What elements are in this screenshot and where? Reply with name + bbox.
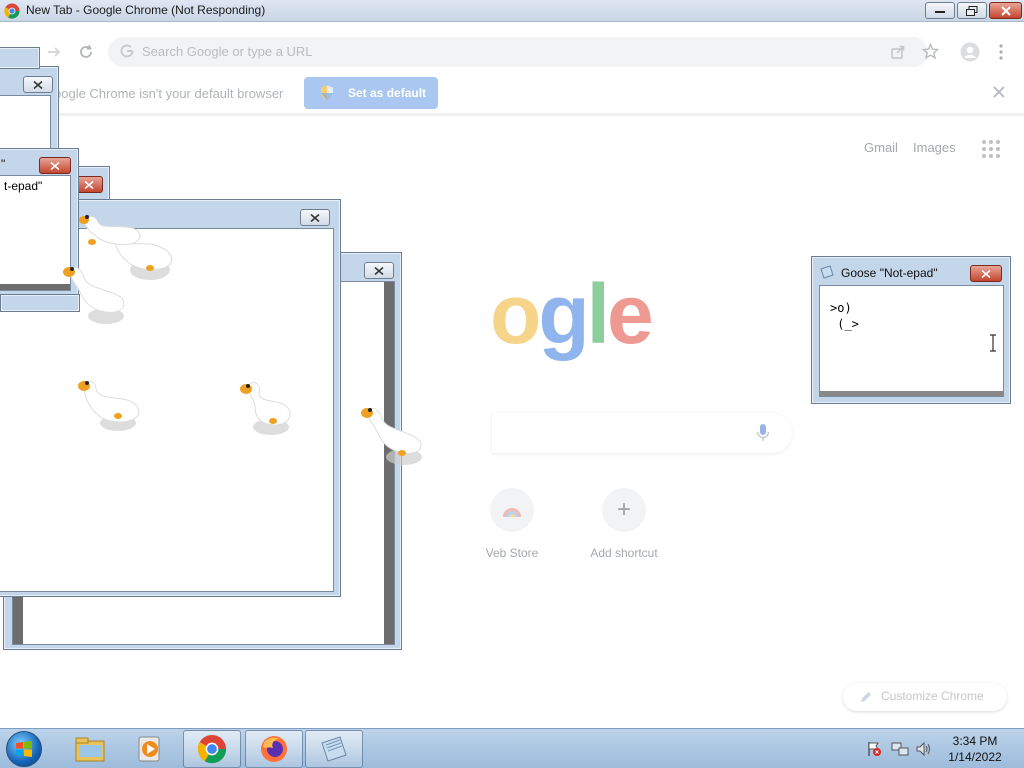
logo-letter: e (606, 267, 654, 361)
notepad-text-area[interactable]: >o) (_> (819, 285, 1004, 397)
ntp-search-box[interactable] (492, 413, 792, 453)
forward-icon[interactable] (46, 44, 62, 60)
reload-icon[interactable] (78, 44, 94, 60)
window-close-button[interactable] (364, 262, 394, 279)
bookmark-star-icon[interactable] (922, 43, 939, 60)
goose-notepad-window[interactable] (0, 47, 40, 69)
google-apps-icon[interactable] (982, 140, 1000, 158)
scrollbar[interactable] (820, 391, 1003, 396)
action-center-flag-icon[interactable] (866, 741, 882, 757)
customize-chrome-button[interactable]: Customize Chrome (843, 683, 1007, 711)
address-bar[interactable]: Search Google or type a URL (108, 37, 928, 67)
system-clock[interactable]: 3:34 PM 1/14/2022 (940, 733, 1010, 765)
window-close-button[interactable] (39, 157, 71, 174)
shortcut-label: Veb Store (485, 546, 539, 560)
goose-sprite[interactable] (74, 375, 144, 433)
window-title: Goose "Not-epad" (841, 266, 938, 280)
taskbar: 3:34 PM 1/14/2022 (0, 728, 1024, 768)
restore-button[interactable] (957, 2, 987, 19)
uac-shield-icon (321, 85, 333, 101)
infobar-message: oogle Chrome isn't your default browser (54, 86, 284, 101)
window-close-button[interactable] (970, 265, 1002, 282)
shortcut-label: Add shortcut (590, 546, 658, 560)
goose-sprite[interactable] (76, 210, 146, 254)
web-store-icon (490, 488, 534, 532)
chrome-title-bar: New Tab - Google Chrome (Not Responding) (0, 0, 1024, 22)
default-browser-infobar: oogle Chrome isn't your default browser … (0, 72, 1024, 116)
chrome-icon (4, 3, 20, 19)
volume-icon[interactable] (915, 741, 933, 757)
taskbar-notepad[interactable] (305, 730, 363, 768)
window-title: " (1, 157, 6, 171)
logo-letter: g (538, 267, 589, 361)
taskbar-firefox[interactable] (245, 730, 303, 768)
chrome-icon (197, 734, 227, 764)
browser-toolbar: Search Google or type a URL (0, 32, 1024, 72)
windows-logo-icon (16, 741, 32, 757)
gmail-link[interactable]: Gmail (864, 140, 898, 155)
customize-chrome-label: Customize Chrome (881, 689, 984, 703)
notepad-text-area[interactable]: t-epad" (0, 175, 71, 291)
share-icon[interactable] (890, 44, 906, 60)
window-close-button[interactable] (75, 176, 103, 193)
shortcut-web-store[interactable]: Veb Store (462, 488, 562, 560)
network-icon[interactable] (891, 741, 909, 757)
google-g-icon (120, 44, 134, 58)
close-button[interactable] (989, 2, 1022, 19)
goose-sprite[interactable] (360, 403, 426, 469)
logo-letter: l (586, 267, 610, 361)
taskbar-file-explorer[interactable] (61, 730, 119, 768)
menu-kebab-icon[interactable] (998, 44, 1004, 60)
goose-notepad-window[interactable]: Goose "Not-epad" >o) (_> (811, 256, 1011, 404)
logo-letter: o (490, 267, 541, 361)
shortcut-add[interactable]: + Add shortcut (574, 488, 674, 560)
add-shortcut-icon: + (602, 488, 646, 532)
taskbar-chrome[interactable] (183, 730, 241, 768)
set-as-default-label: Set as default (348, 86, 427, 100)
media-player-icon (138, 736, 160, 762)
window-close-button[interactable] (300, 209, 330, 226)
notepad-icon (820, 265, 834, 279)
window-title: New Tab - Google Chrome (Not Responding) (26, 3, 266, 17)
goose-ascii-art: >o) (_> (830, 301, 859, 331)
window-close-button[interactable] (23, 76, 53, 93)
taskbar-media-player[interactable] (121, 730, 179, 768)
scrollbar[interactable] (0, 284, 70, 290)
images-link[interactable]: Images (913, 140, 956, 155)
notepad-text: t-epad" (4, 179, 43, 193)
profile-avatar-icon[interactable] (960, 42, 980, 62)
firefox-icon (261, 736, 287, 762)
address-placeholder: Search Google or type a URL (142, 44, 313, 59)
notepad-icon (321, 736, 347, 762)
clock-time: 3:34 PM (952, 734, 998, 748)
minimize-button[interactable] (925, 2, 955, 19)
infobar-close-icon[interactable] (992, 85, 1006, 99)
clock-date: 1/14/2022 (948, 750, 1002, 764)
start-button[interactable] (6, 731, 42, 767)
voice-search-icon[interactable] (756, 423, 770, 443)
google-logo: ogle (490, 272, 654, 356)
text-cursor-icon (990, 334, 996, 352)
set-as-default-button[interactable]: Set as default (304, 77, 438, 109)
goose-sprite[interactable] (237, 377, 299, 437)
file-explorer-icon (75, 737, 105, 762)
pencil-icon (861, 692, 871, 702)
